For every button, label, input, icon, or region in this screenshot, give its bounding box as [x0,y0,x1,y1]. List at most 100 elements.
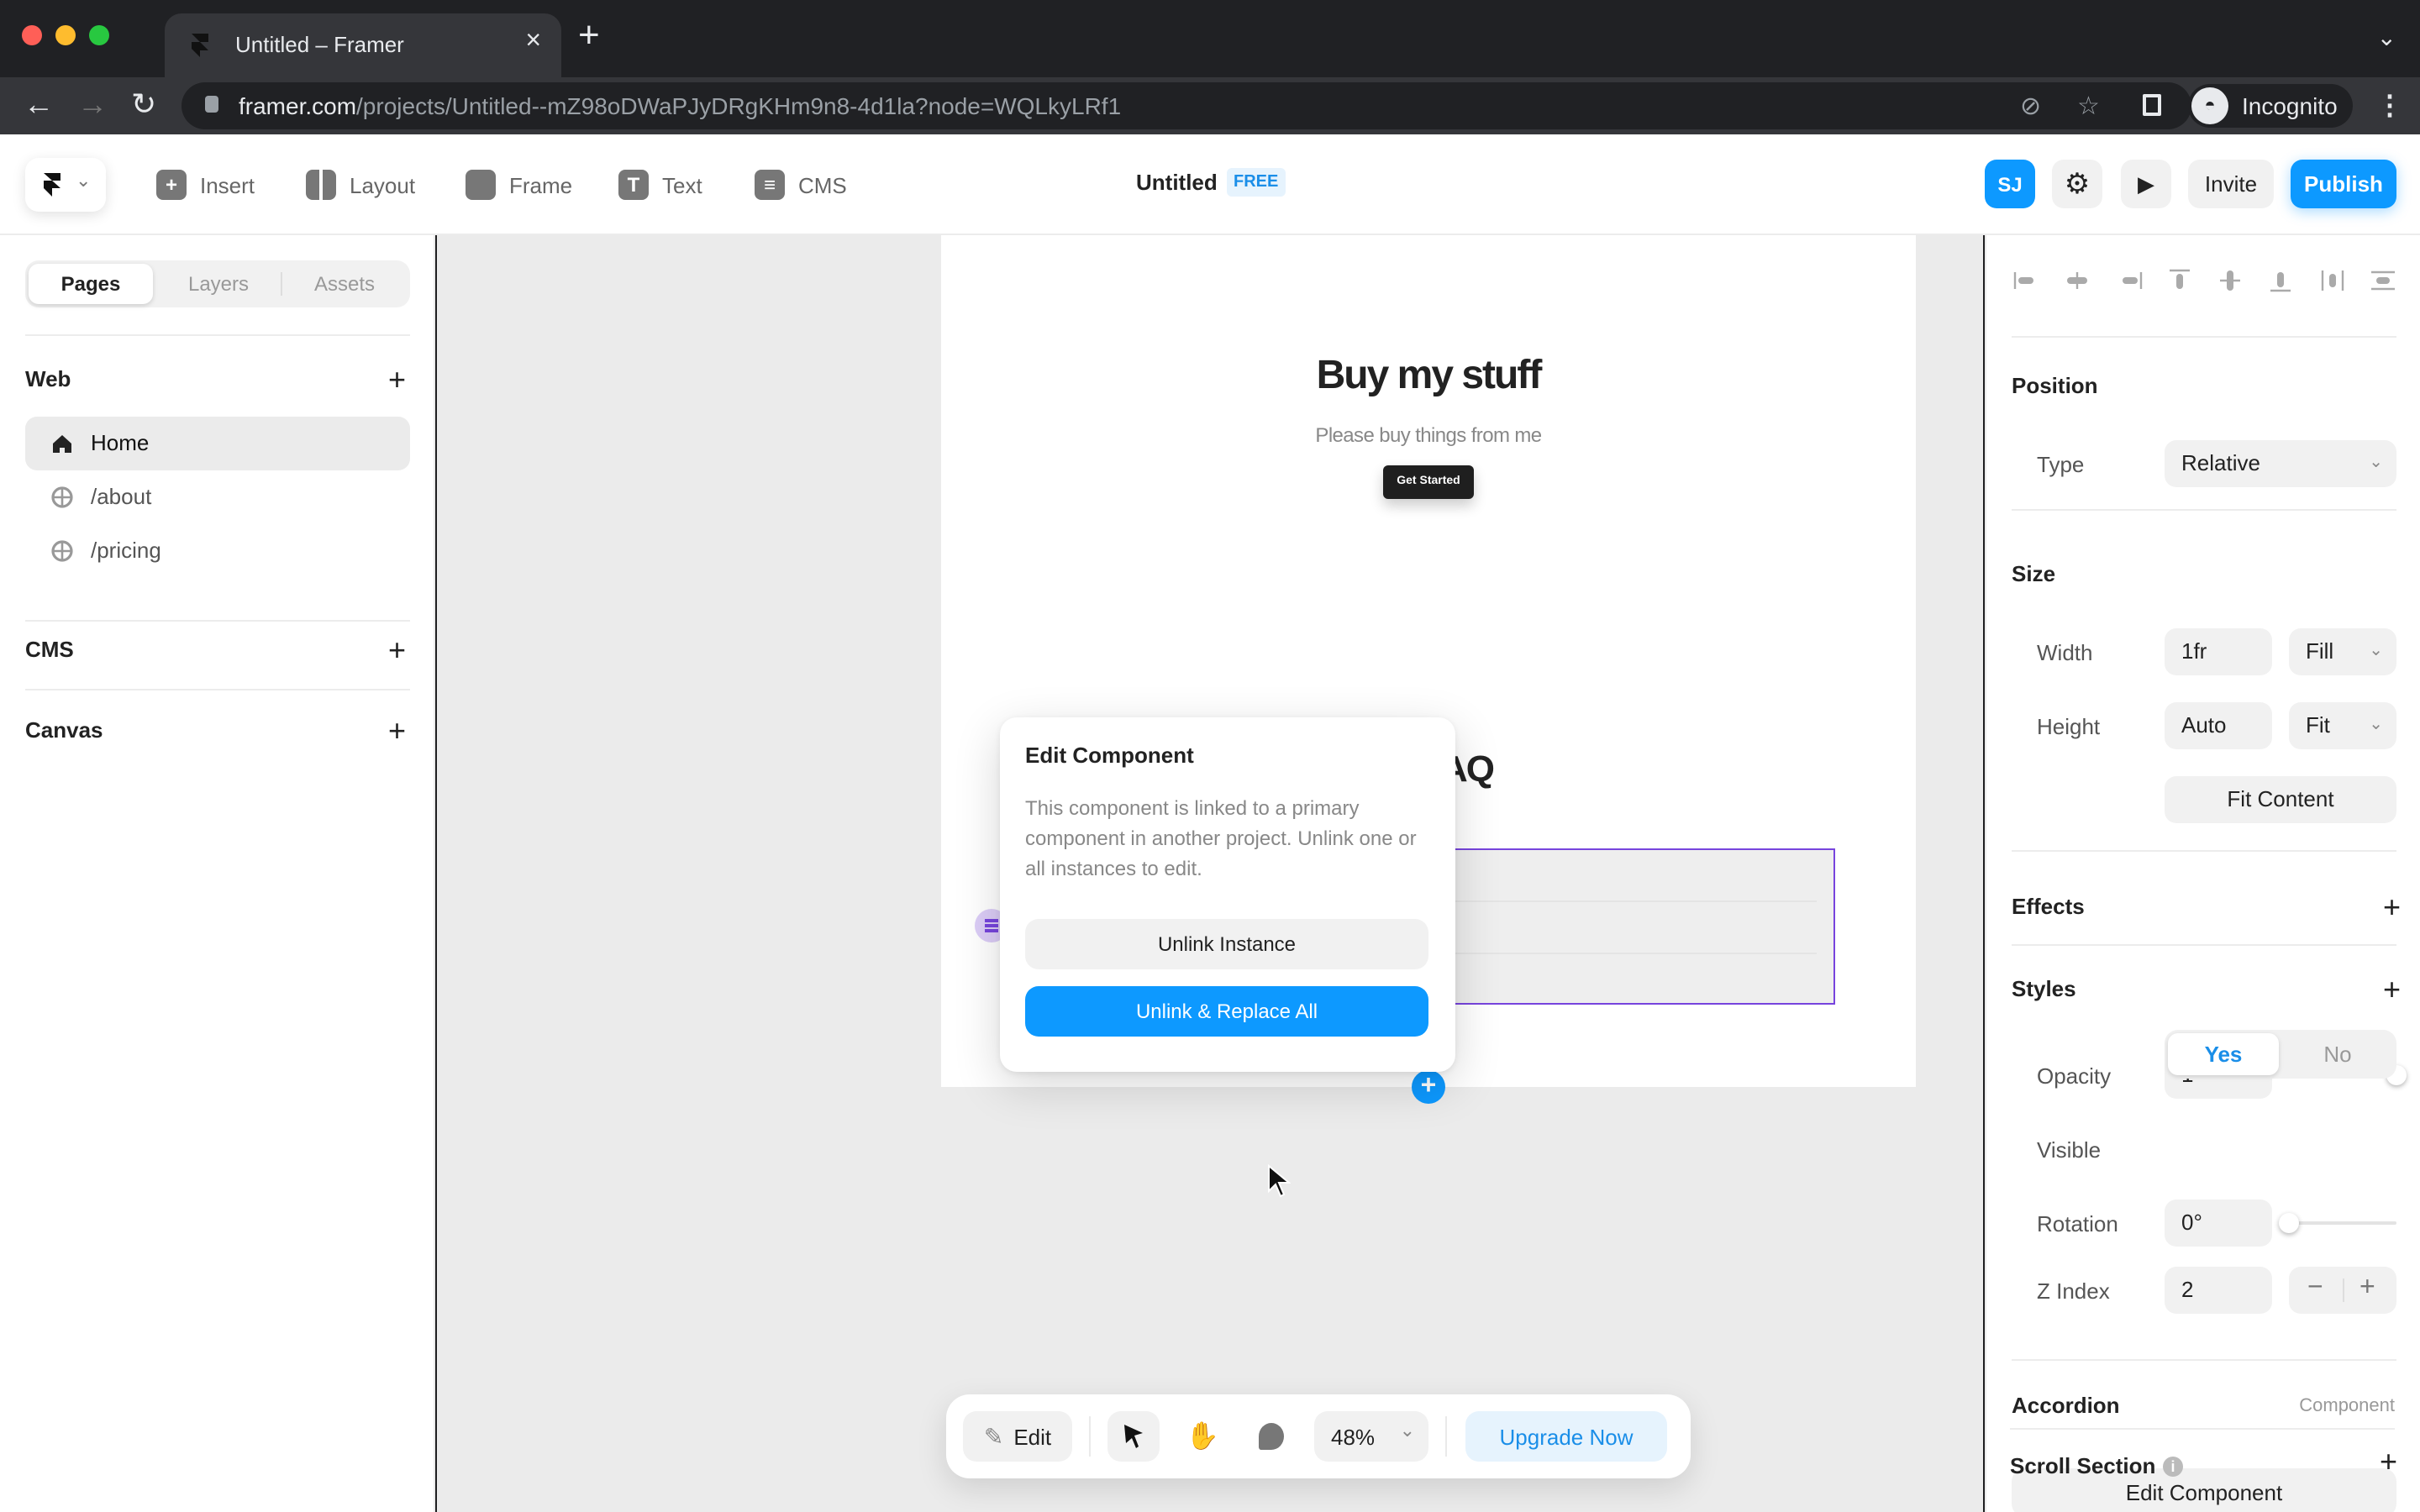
comment-tool-button[interactable] [1245,1411,1297,1462]
decrement-button[interactable]: − [2307,1273,2323,1304]
opacity-label: Opacity [2037,1063,2112,1089]
invite-button[interactable]: Invite [2188,160,2274,208]
eye-off-icon[interactable]: ⊘ [2020,91,2041,121]
hero-title[interactable]: Buy my stuff [941,353,1916,400]
align-left-icon[interactable] [2012,265,2042,296]
forward-button[interactable]: → [77,87,108,123]
slider-track [2289,1221,2396,1225]
edit-mode-button[interactable]: ✎ Edit [963,1411,1072,1462]
plan-badge[interactable]: FREE [1227,168,1286,197]
position-type-select[interactable]: Relative ⌄ [2165,440,2396,487]
align-bottom-icon[interactable] [2266,265,2296,296]
get-started-button[interactable]: Get Started [1383,465,1474,499]
page-item-home[interactable]: Home [25,417,410,470]
unlink-instance-button[interactable]: Unlink Instance [1025,919,1428,969]
publish-button[interactable]: Publish [2291,160,2396,208]
add-cms-button[interactable]: + [388,635,406,665]
visible-no-option[interactable]: No [2282,1033,2393,1075]
tab-assets[interactable]: Assets [282,264,407,304]
close-window-button[interactable] [22,25,42,45]
align-right-icon[interactable] [2113,265,2144,296]
side-panel-icon[interactable] [2143,94,2161,116]
visible-yes-option[interactable]: Yes [2168,1033,2279,1075]
cms-button[interactable]: ≡ CMS [755,168,847,202]
width-input[interactable]: 1fr [2165,628,2272,675]
distribute-vertical-icon[interactable] [2368,265,2398,296]
browser-menu-icon[interactable]: ⋮ [2376,89,2403,123]
add-style-button[interactable]: + [2383,974,2401,1005]
upgrade-now-button[interactable]: Upgrade Now [1465,1411,1667,1462]
back-button[interactable]: ← [24,87,54,123]
divider [25,620,410,622]
database-icon: ≡ [755,170,785,200]
settings-button[interactable]: ⚙ [2052,160,2102,208]
plus-square-icon: + [156,170,187,200]
component-kind-label: Component [2299,1396,2395,1416]
hand-tool-button[interactable]: ✋ [1176,1411,1228,1462]
chevron-down-icon: ⌄ [2369,454,2383,472]
preview-button[interactable]: ▶ [2121,160,2171,208]
layout-icon [306,170,336,200]
minimize-window-button[interactable] [55,25,76,45]
maximize-window-button[interactable] [89,25,109,45]
insert-button[interactable]: + Insert [156,168,255,202]
reload-button[interactable]: ↻ [131,87,156,123]
divider [1089,1416,1091,1457]
frame-button[interactable]: Frame [466,168,572,202]
align-center-vertical-icon[interactable] [2215,265,2245,296]
divider [2012,850,2396,852]
align-center-horizontal-icon[interactable] [2063,265,2093,296]
styles-section-title: Styles [2012,976,2076,1001]
text-button[interactable]: T Text [618,168,702,202]
select-tool-button[interactable] [1107,1411,1160,1462]
close-tab-icon[interactable]: × [525,27,541,57]
layout-button[interactable]: Layout [306,168,415,202]
distribute-horizontal-icon[interactable] [2317,265,2347,296]
rotation-input[interactable]: 0° [2165,1200,2272,1247]
new-tab-button[interactable]: + [578,16,600,53]
alignment-toolbar [2012,265,2398,299]
height-mode-select[interactable]: Fit ⌄ [2289,702,2396,749]
increment-button[interactable]: + [2360,1273,2375,1304]
add-effect-button[interactable]: + [2383,892,2401,922]
framer-menu-button[interactable]: ⌄ [25,158,106,212]
width-mode-select[interactable]: Fill ⌄ [2289,628,2396,675]
stepper-divider [2343,1278,2344,1302]
align-top-icon[interactable] [2165,265,2195,296]
add-section-button[interactable]: + [1412,1070,1445,1104]
rotation-label: Rotation [2037,1211,2118,1236]
address-bar[interactable]: framer.com/projects/Untitled--mZ98oDWaPJ… [182,82,2191,129]
height-input[interactable]: Auto [2165,702,2272,749]
add-canvas-button[interactable]: + [388,716,406,746]
canvas-section-title: Canvas [25,717,103,743]
zindex-input[interactable]: 2 [2165,1267,2272,1314]
divider [2012,509,2396,511]
tab-search-chevron-icon[interactable]: ⌄ [2377,24,2396,52]
add-page-button[interactable]: + [388,365,406,395]
layout-label: Layout [350,172,416,197]
tab-layers[interactable]: Layers [156,264,281,304]
page-item-about[interactable]: /about [25,470,410,524]
project-title[interactable]: Untitled [1136,170,1218,195]
web-section-title: Web [25,366,71,391]
insert-label: Insert [200,172,255,197]
panel-tabs: Pages Layers Assets [25,260,410,307]
slider-knob[interactable] [2279,1213,2299,1233]
rotation-slider[interactable] [2279,1210,2396,1236]
unlink-replace-all-button[interactable]: Unlink & Replace All [1025,986,1428,1037]
tab-pages[interactable]: Pages [29,264,153,304]
incognito-profile-button[interactable]: ◓ Incognito [2188,84,2353,128]
browser-tab[interactable]: Untitled – Framer × [165,13,561,77]
bookmark-star-icon[interactable]: ☆ [2077,91,2100,121]
zoom-value: 48% [1331,1424,1376,1449]
url-path: /projects/Untitled--mZ98oDWaPJyDRgKHm9n8… [356,92,1122,119]
page-item-pricing[interactable]: /pricing [25,524,410,578]
hero-subtitle[interactable]: Please buy things from me [941,423,1916,447]
canvas[interactable]: Buy my stuff Please buy things from me G… [437,235,1983,1512]
add-scroll-section-button[interactable]: + [2380,1446,2397,1477]
zoom-select[interactable]: 48% ⌄ [1314,1411,1428,1462]
info-icon[interactable]: i [2163,1457,2183,1477]
avatar[interactable]: SJ [1985,160,2035,208]
fit-content-button[interactable]: Fit Content [2165,776,2396,823]
incognito-label: Incognito [2242,92,2338,119]
